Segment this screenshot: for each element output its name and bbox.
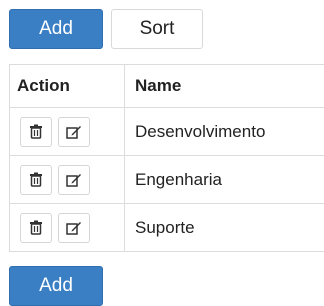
edit-icon xyxy=(66,125,82,139)
action-cell xyxy=(10,204,125,251)
column-header-action: Action xyxy=(10,65,125,107)
delete-button[interactable] xyxy=(20,116,52,147)
column-header-name: Name xyxy=(135,76,182,95)
edit-icon xyxy=(66,221,82,235)
add-button-top[interactable]: Add xyxy=(9,9,103,49)
edit-button[interactable] xyxy=(58,212,90,243)
table-header: Action Name xyxy=(10,65,324,108)
edit-button[interactable] xyxy=(58,164,90,195)
table-row: Engenharia xyxy=(10,156,324,204)
table-row: Desenvolvimento xyxy=(10,108,324,156)
trash-icon xyxy=(29,220,43,235)
edit-button[interactable] xyxy=(58,116,90,147)
row-name: Desenvolvimento xyxy=(135,121,266,141)
delete-button[interactable] xyxy=(20,164,52,195)
delete-button[interactable] xyxy=(20,212,52,243)
sort-button[interactable]: Sort xyxy=(111,9,203,49)
trash-icon xyxy=(29,172,43,187)
edit-icon xyxy=(66,173,82,187)
data-table: Action Name Desenvolvimento Engenharia S… xyxy=(9,64,324,252)
row-name: Suporte xyxy=(135,217,195,237)
table-row: Suporte xyxy=(10,204,324,252)
action-cell xyxy=(10,108,125,155)
add-button-bottom[interactable]: Add xyxy=(9,266,103,306)
action-cell xyxy=(10,156,125,203)
row-name: Engenharia xyxy=(135,169,222,189)
trash-icon xyxy=(29,124,43,139)
